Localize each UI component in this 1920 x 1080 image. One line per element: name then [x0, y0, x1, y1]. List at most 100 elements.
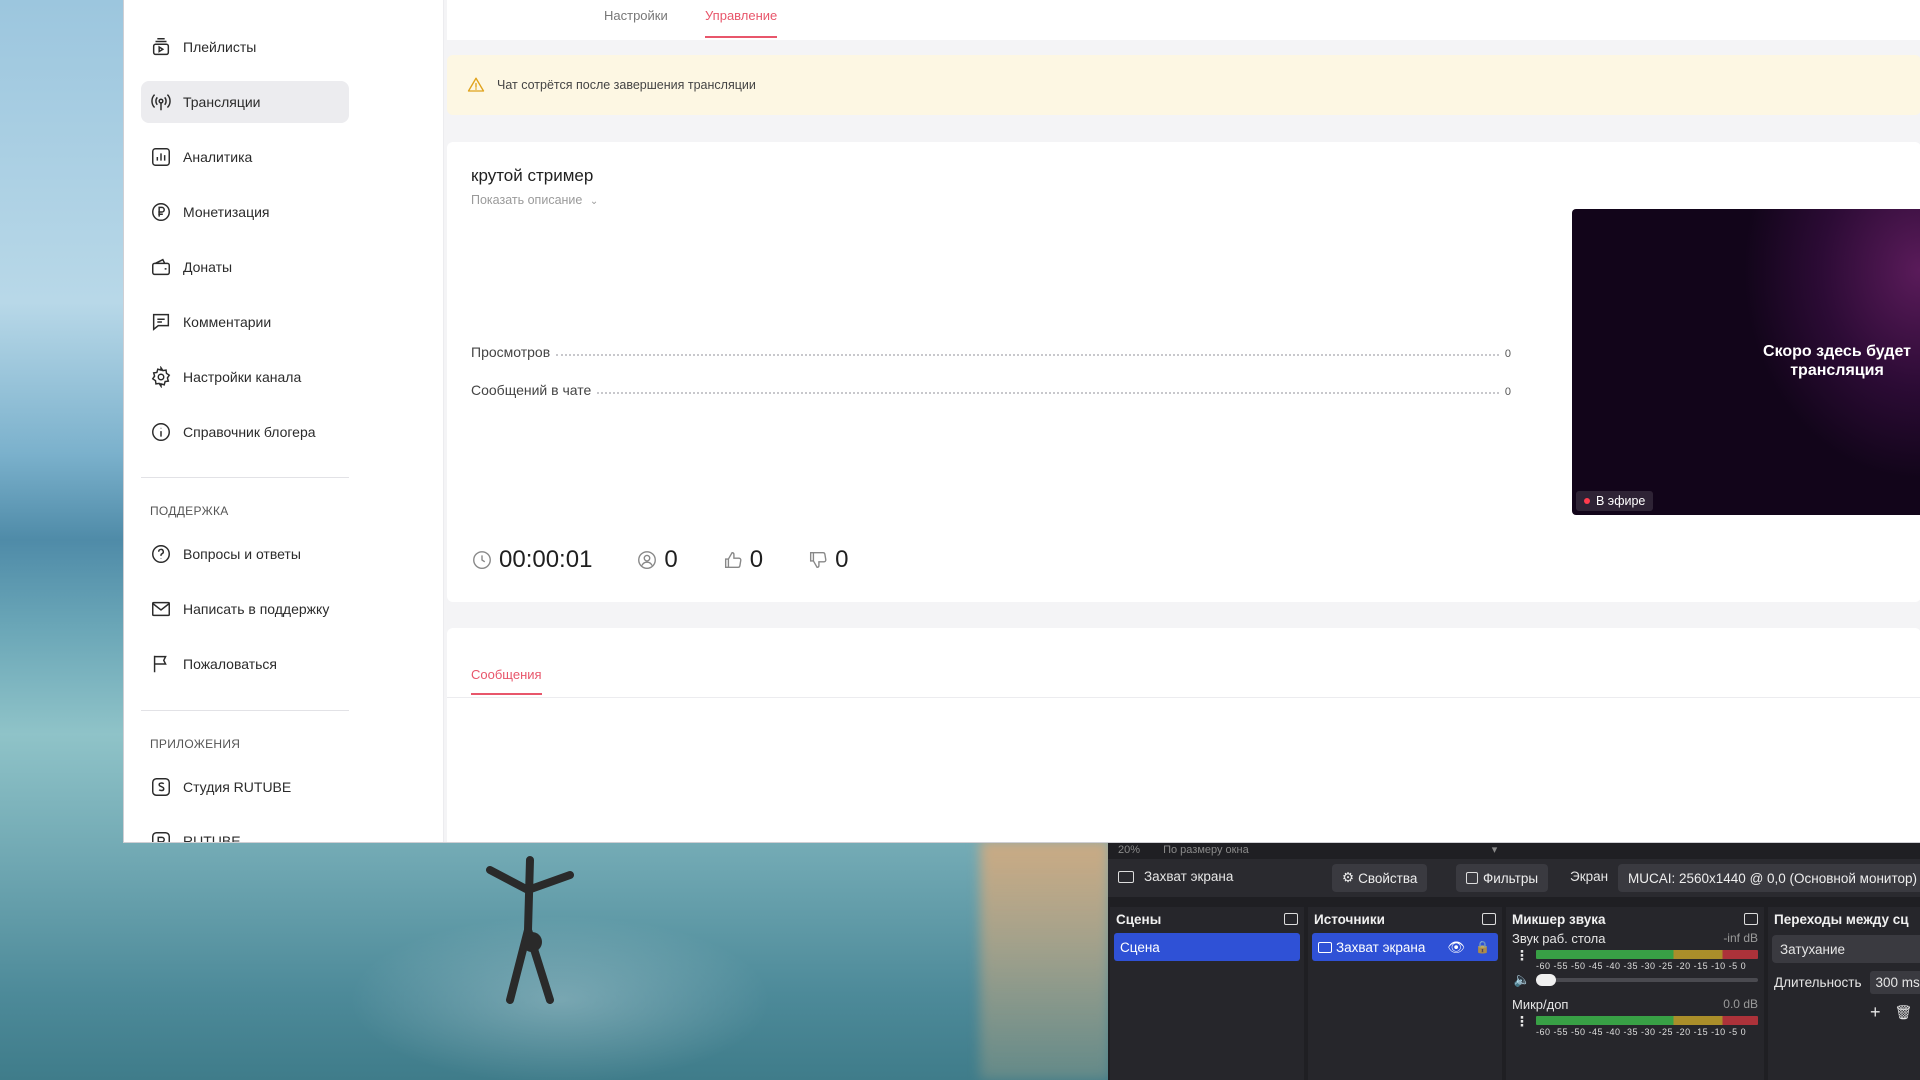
obs-volume-slider-handle[interactable]	[1536, 974, 1556, 986]
obs-properties-button[interactable]: ⚙ Свойства	[1332, 864, 1428, 892]
wallpaper-sun-glare	[980, 840, 1110, 1080]
obs-screen-label: Экран	[1570, 869, 1609, 884]
obs-meter-scale: -60 -55 -50 -45 -40 -35 -30 -25 -20 -15 …	[1536, 1027, 1747, 1037]
obs-filters-button[interactable]: Фильтры	[1456, 864, 1549, 892]
sidebar-section-support: ПОДДЕРЖКА	[150, 504, 229, 518]
obs-sources-dock: Источники Захват экрана 👁 🔒	[1308, 907, 1502, 1080]
stat-row-chat-messages: Сообщений в чате 0	[471, 378, 1511, 398]
studio-icon	[149, 775, 173, 799]
sidebar-item-rutube[interactable]: RUTUBE	[141, 820, 349, 843]
obs-scene-label: Сцена	[1120, 939, 1160, 955]
obs-duration-input[interactable]: 300 ms	[1869, 971, 1920, 994]
clock-icon	[473, 551, 491, 569]
obs-volume-slider[interactable]	[1536, 974, 1758, 986]
obs-source-item[interactable]: Захват экрана 👁 🔒	[1312, 933, 1498, 961]
likes-value: 0	[749, 546, 764, 573]
likes-counter: 0	[722, 546, 763, 574]
popout-icon[interactable]	[1482, 913, 1496, 925]
stat-row-views: Просмотров 0	[471, 340, 1511, 360]
show-description-label: Показать описание	[471, 193, 583, 207]
sidebar-item-monetization[interactable]: Монетизация	[141, 191, 349, 233]
monitor-icon	[1118, 870, 1134, 883]
sidebar-item-label: Аналитика	[183, 149, 253, 165]
sidebar-item-label: Настройки канала	[183, 369, 302, 385]
chat-tab-divider	[447, 697, 1920, 698]
kebab-menu-icon[interactable]: ⋮	[1512, 948, 1532, 964]
tab-messages[interactable]: Сообщения	[471, 667, 542, 695]
user-icon	[638, 551, 657, 569]
obs-channel-name: Микр/доп	[1512, 997, 1569, 1012]
trash-icon[interactable]: 🗑	[1895, 1004, 1913, 1021]
sidebar-item-analytics[interactable]: Аналитика	[141, 136, 349, 178]
tab-manage[interactable]: Управление	[705, 8, 778, 38]
obs-zoom-bar[interactable]: 20% По размеру окна ▾	[1118, 843, 1497, 856]
stream-tabs: Настройки Управление	[447, 0, 1920, 40]
chat-warning-banner: Чат сотрётся после завершения трансляции	[447, 55, 1920, 115]
sidebar-item-comments[interactable]: Комментарии	[141, 301, 349, 343]
viewers-value: 0	[664, 546, 678, 573]
sidebar-item-write-support[interactable]: Написать в поддержку	[141, 588, 349, 630]
obs-screen-select[interactable]: MUCAI: 2560x1440 @ 0,0 (Основной монитор…	[1618, 864, 1920, 892]
obs-screen-value: MUCAI: 2560x1440 @ 0,0 (Основной монитор…	[1628, 870, 1918, 886]
show-description-toggle[interactable]: Показать описание ⌄	[471, 193, 598, 207]
obs-zoom-mode: По размеру окна	[1163, 844, 1249, 856]
live-badge: В эфире	[1576, 491, 1654, 511]
sidebar-item-label: Плейлисты	[183, 39, 257, 55]
obs-mixer-channel-desktop: Звук раб. стола -inf dB ⋮ -60 -55 -50 -4…	[1506, 931, 1764, 989]
sidebar-item-label: Студия RUTUBE	[183, 779, 292, 795]
sidebar-item-label: Донаты	[183, 259, 233, 275]
obs-scenes-dock: Сцены Сцена	[1110, 907, 1304, 1080]
sidebar-item-channel-settings[interactable]: Настройки канала	[141, 356, 349, 398]
sidebar-item-label: Комментарии	[183, 314, 272, 330]
stat-label: Просмотров	[471, 344, 551, 360]
playlist-icon	[149, 35, 173, 59]
sidebar-item-report[interactable]: Пожаловаться	[141, 643, 349, 685]
bar-chart-icon	[149, 145, 173, 169]
comment-icon	[149, 310, 173, 334]
gear-icon	[149, 365, 173, 389]
stream-preview[interactable]: Скоро здесь будет трансляция В эфире	[1572, 209, 1920, 515]
popout-icon[interactable]	[1284, 913, 1298, 925]
duration-value: 00:00:01	[499, 546, 593, 573]
stat-dots	[556, 354, 1499, 356]
obs-filters-label: Фильтры	[1483, 870, 1539, 886]
obs-meter-scale: -60 -55 -50 -45 -40 -35 -30 -25 -20 -15 …	[1536, 961, 1747, 971]
stat-label: Сообщений в чате	[471, 382, 592, 398]
stat-dots	[597, 392, 1499, 394]
warning-icon	[467, 77, 485, 92]
popout-icon[interactable]	[1744, 913, 1758, 925]
eye-icon[interactable]: 👁	[1447, 939, 1465, 956]
obs-scenes-title: Сцены	[1116, 911, 1162, 927]
warning-text: Чат сотрётся после завершения трансляции	[497, 78, 756, 92]
obs-transition-select[interactable]: Затухание	[1772, 935, 1920, 963]
sidebar-item-studio[interactable]: Студия RUTUBE	[141, 766, 349, 808]
obs-mixer-channel-mic: Микр/доп 0.0 dB ⋮ -60 -55 -50 -45 -40 -3…	[1506, 997, 1764, 1037]
sidebar-item-streams[interactable]: Трансляции	[141, 81, 349, 123]
obs-selected-source: Захват экрана	[1118, 869, 1233, 884]
sidebar-item-donations[interactable]: Донаты	[141, 246, 349, 288]
kebab-menu-icon[interactable]: ⋮	[1512, 1014, 1532, 1030]
stream-counters: 00:00:01 0 0 0	[471, 542, 893, 578]
tab-settings[interactable]: Настройки	[604, 8, 668, 23]
obs-selected-source-label: Захват экрана	[1144, 869, 1234, 884]
obs-source-toolbar: Захват экрана ⚙ Свойства Фильтры Экран M…	[1108, 859, 1920, 897]
preview-placeholder-text: Скоро здесь будет трансляция	[1763, 343, 1911, 379]
sidebar-item-playlists[interactable]: Плейлисты	[141, 26, 349, 68]
sidebar-item-label: Вопросы и ответы	[183, 546, 301, 562]
add-icon[interactable]: +	[1870, 1002, 1881, 1023]
mail-icon	[149, 597, 173, 621]
flag-icon	[149, 652, 173, 676]
ruble-icon	[149, 200, 173, 224]
obs-mixer-title: Микшер звука	[1512, 911, 1606, 927]
obs-scene-item[interactable]: Сцена	[1114, 933, 1300, 961]
sidebar-item-blogger-guide[interactable]: Справочник блогера	[141, 411, 349, 453]
obs-channel-level: -inf dB	[1723, 931, 1758, 945]
lock-icon[interactable]: 🔒	[1475, 940, 1490, 954]
filter-icon	[1466, 872, 1478, 884]
sidebar: Плейлисты Трансляции Аналитика Монетизац…	[124, 0, 444, 843]
speaker-icon[interactable]: 🔈	[1512, 972, 1532, 988]
chat-card: Сообщения	[447, 628, 1920, 842]
sidebar-item-label: RUTUBE	[183, 833, 241, 843]
sidebar-item-faq[interactable]: Вопросы и ответы	[141, 533, 349, 575]
obs-transition-type: Затухание	[1780, 941, 1846, 957]
